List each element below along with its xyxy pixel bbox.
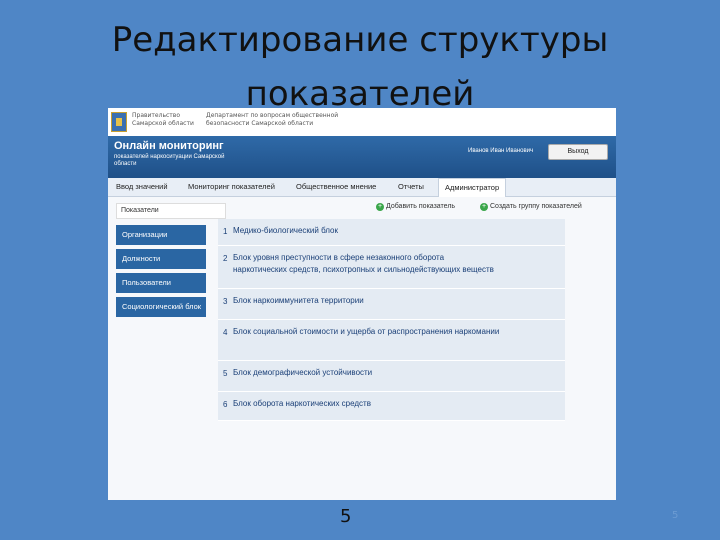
indicator-blocks-list: 1 Медико-биологический блок 2 Блок уровн… [218, 217, 565, 421]
block-number: 3 [223, 297, 228, 306]
app-screenshot: Правительство Самарской области Департам… [108, 108, 616, 500]
government-label: Правительство Самарской области [132, 112, 194, 127]
add-group-label: Создать группу показателей [490, 203, 582, 210]
list-item[interactable]: 6 Блок оборота наркотических средств [218, 392, 565, 421]
tab-input-values[interactable]: Ввод значений [116, 178, 168, 196]
add-group-button[interactable]: + Создать группу показателей [480, 203, 582, 211]
block-number: 6 [223, 400, 228, 409]
tab-administrator[interactable]: Администратор [438, 178, 507, 197]
logout-button[interactable]: Выход [548, 144, 608, 160]
block-number: 2 [223, 254, 228, 263]
block-title: Блок оборота наркотических средств [233, 399, 371, 408]
sidebar-item-users[interactable]: Пользователи [116, 273, 206, 293]
plus-icon: + [480, 203, 488, 211]
slide-title-line-1: Редактирование структуры [111, 20, 609, 60]
sidebar-item-positions[interactable]: Должности [116, 249, 206, 269]
list-item[interactable]: 2 Блок уровня преступности в сфере незак… [218, 246, 565, 289]
department-label: Департамент по вопросам общественной без… [206, 112, 339, 127]
list-item[interactable]: 5 Блок демографической устойчивости [218, 361, 565, 392]
block-number: 1 [223, 227, 228, 236]
main-tabs: Ввод значений Мониторинг показателей Общ… [108, 178, 616, 197]
block-number: 4 [223, 328, 228, 337]
app-title: Онлайн мониторинг [114, 140, 224, 152]
block-number: 5 [223, 369, 228, 378]
indicators-search-field[interactable]: Показатели [116, 203, 226, 219]
add-indicator-label: Добавить показатель [386, 203, 456, 210]
coat-of-arms-icon [111, 112, 127, 132]
top-bar: Правительство Самарской области Департам… [108, 108, 616, 136]
block-title: Блок наркоиммунитета территории [233, 296, 364, 305]
plus-icon: + [376, 203, 384, 211]
block-title-line-2: наркотических средств, психотропных и си… [233, 265, 494, 274]
block-title: Блок социальной стоимости и ущерба от ра… [233, 327, 500, 336]
list-item[interactable]: 4 Блок социальной стоимости и ущерба от … [218, 320, 565, 361]
user-name: Иванов Иван Иванович [468, 148, 534, 154]
page-number: 5 [340, 506, 352, 527]
tab-reports[interactable]: Отчеты [398, 178, 424, 196]
list-item[interactable]: 1 Медико-биологический блок [218, 219, 565, 246]
block-title: Медико-биологический блок [233, 226, 338, 235]
block-title: Блок уровня преступности в сфере незакон… [233, 253, 445, 262]
tab-monitoring[interactable]: Мониторинг показателей [188, 178, 275, 196]
list-item[interactable]: 3 Блок наркоиммунитета территории [218, 289, 565, 320]
sidebar-item-sociological-block[interactable]: Социологический блок [116, 297, 206, 317]
content-area: Показатели + Добавить показатель + Создать… [108, 197, 616, 500]
tab-public-opinion[interactable]: Общественное мнение [296, 178, 376, 196]
add-indicator-button[interactable]: + Добавить показатель [376, 203, 455, 211]
sidebar-item-organizations[interactable]: Организации [116, 225, 206, 245]
block-title: Блок демографической устойчивости [233, 368, 373, 377]
app-subtitle: показателей наркоситуации Самарской обла… [114, 154, 225, 167]
slide-corner-number: 5 [672, 510, 679, 521]
app-header: Онлайн мониторинг показателей наркоситуа… [108, 136, 616, 178]
